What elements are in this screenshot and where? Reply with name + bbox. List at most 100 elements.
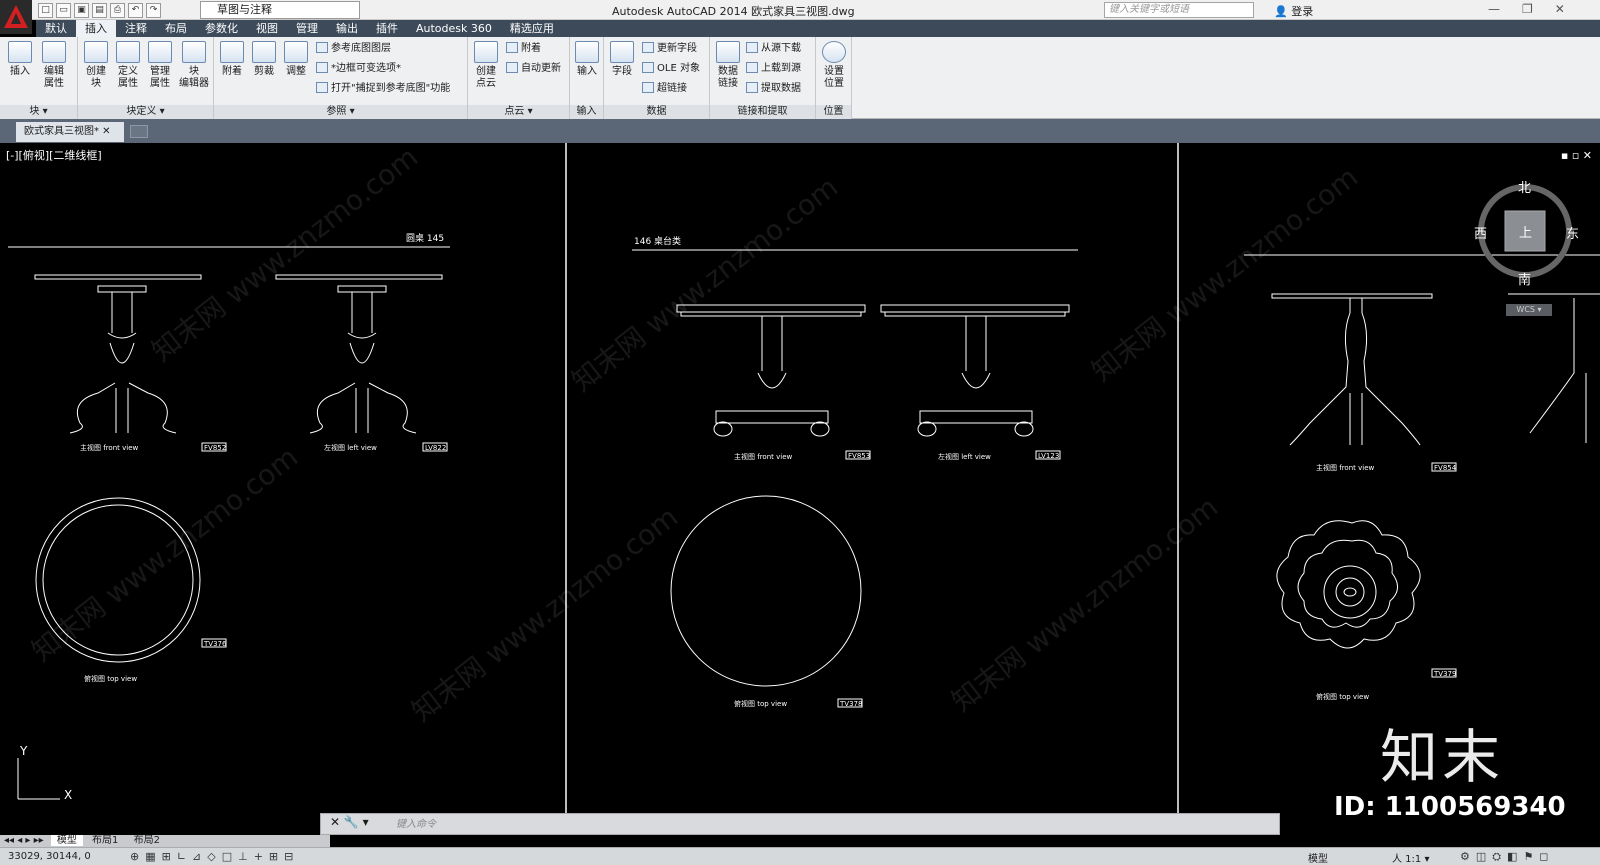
close-icon[interactable]: ✕	[99, 126, 110, 137]
tab-4[interactable]: 参数化	[196, 20, 247, 37]
workspace-select[interactable]: 草图与注释	[200, 1, 360, 19]
coordinates[interactable]: 33029, 30144, 0	[8, 851, 91, 862]
data-link-button[interactable]: 数据 链接	[712, 39, 744, 90]
tab-10[interactable]: 精选应用	[501, 20, 563, 37]
panel-footer: 输入	[570, 105, 603, 119]
clip-button[interactable]: 剪裁	[248, 39, 280, 78]
panel-footer[interactable]: 点云 ▾	[468, 105, 569, 119]
panel-footer[interactable]: 参照 ▾	[214, 105, 467, 119]
close-icon[interactable]: ✕	[1555, 2, 1565, 16]
tab-0[interactable]: 默认	[36, 20, 76, 37]
wcs-menu[interactable]: WCS ▾	[1506, 304, 1552, 316]
adjust-button[interactable]: 调整	[280, 39, 312, 78]
status-tray-icons[interactable]: ⚙◫⛭◧⚑◻	[1460, 850, 1554, 864]
tab-layout2[interactable]: 布局2	[128, 835, 166, 846]
edit-attribute-button[interactable]: 编辑 属性	[38, 39, 70, 90]
snap-underlay-dropdown[interactable]: 打开"捕捉到参考底图"功能	[316, 82, 450, 96]
tab-6[interactable]: 管理	[287, 20, 327, 37]
tab-9[interactable]: Autodesk 360	[407, 20, 501, 37]
set-location-button[interactable]: 设置 位置	[818, 39, 850, 90]
tab-1[interactable]: 插入	[76, 20, 116, 37]
heading-left: 圆桌 145	[406, 232, 444, 244]
command-line[interactable]	[320, 813, 1280, 835]
top-view-caption: 俯视图 top view	[84, 674, 137, 683]
ole-object-button[interactable]: OLE 对象	[642, 62, 700, 76]
tab-model[interactable]: 模型	[50, 835, 83, 846]
annotation-scale[interactable]: 人 1:1 ▾	[1392, 850, 1429, 865]
print-icon[interactable]: ⎙	[110, 2, 125, 18]
panel-data: 字段 更新字段 OLE 对象 超链接 数据	[604, 37, 710, 119]
top-view-caption: 俯视图 top view	[1316, 692, 1369, 701]
create-point-cloud-button[interactable]: 创建 点云	[470, 39, 502, 90]
create-block-button[interactable]: 创建 块	[80, 39, 112, 90]
panel-footer[interactable]: 块 ▾	[0, 105, 77, 119]
ucs-icon	[17, 758, 60, 800]
frame-option-dropdown[interactable]: *边框可变选项*	[316, 62, 401, 76]
saveas-icon[interactable]: ▤	[92, 2, 107, 18]
tab-8[interactable]: 插件	[367, 20, 407, 37]
workspace-label: 草图与注释	[217, 3, 272, 16]
pc-autoupdate-button[interactable]: 自动更新	[506, 62, 561, 76]
left-view-caption: 左视图 left view	[324, 443, 377, 452]
tag: TV379	[1433, 670, 1456, 678]
attach-button[interactable]: 附着	[216, 39, 248, 78]
redo-icon[interactable]: ↷	[146, 2, 161, 18]
panel-footer[interactable]: 块定义 ▾	[78, 105, 213, 119]
panel-footer: 位置	[816, 105, 851, 119]
new-tab-button[interactable]	[130, 125, 148, 138]
nav-arrows-icon[interactable]: ◂◂ ◂ ▸ ▸▸	[0, 835, 48, 846]
viewcube-west[interactable]: 西	[1474, 223, 1487, 242]
field-button[interactable]: 字段	[606, 39, 638, 78]
drawing-geometry: 圆桌 145 主视图 front view 左视图 left view FV85…	[8, 184, 1600, 802]
define-attribute-button[interactable]: 定义 属性	[112, 39, 144, 90]
panel-footer: 数据	[604, 105, 709, 119]
minimize-icon[interactable]: —	[1488, 2, 1500, 16]
restore-icon[interactable]: ❐	[1522, 2, 1533, 16]
underlay-layers-button[interactable]: 参考底图图层	[316, 42, 391, 56]
command-input[interactable]: 键入命令	[396, 815, 436, 830]
ribbon-tabs: 默认 插入 注释 布局 参数化 视图 管理 输出 插件 Autodesk 360 精选应用	[36, 20, 1600, 37]
front-view-table-1	[34, 274, 202, 434]
new-icon[interactable]: □	[38, 2, 53, 18]
app-title: Autodesk AutoCAD 2014 欧式家具三视图.dwg	[612, 5, 855, 18]
document-tab[interactable]: 欧式家具三视图* ✕	[16, 122, 124, 142]
login-button[interactable]: 👤 登录	[1274, 3, 1313, 19]
tag: FV854	[1434, 464, 1457, 472]
front-view-table-2	[676, 304, 866, 437]
tab-7[interactable]: 输出	[327, 20, 367, 37]
manage-attribute-button[interactable]: 管理 属性	[144, 39, 176, 90]
tag: LV822	[425, 444, 446, 452]
heading-mid: 146 桌台类	[634, 235, 681, 247]
pc-attach-button[interactable]: 附着	[506, 42, 541, 56]
extract-data-button[interactable]: 提取数据	[746, 82, 801, 96]
model-space-toggle[interactable]: 模型	[1308, 850, 1328, 865]
save-icon[interactable]: ▣	[74, 2, 89, 18]
drawing-canvas[interactable]: [-][俯视][二维线框] ▪ ▫ ✕ 知末网 www.znzmo.com 知末…	[0, 143, 1600, 819]
layout-tabs: ◂◂ ◂ ▸ ▸▸ 模型 布局1 布局2	[0, 835, 330, 847]
front-view-caption: 主视图 front view	[734, 452, 792, 461]
open-icon[interactable]: ▭	[56, 2, 71, 18]
tab-3[interactable]: 布局	[156, 20, 196, 37]
close-icon[interactable]: ✕ 🔧 ▾	[330, 815, 369, 829]
tab-5[interactable]: 视图	[247, 20, 287, 37]
tag: TV376	[203, 640, 227, 648]
tab-2[interactable]: 注释	[116, 20, 156, 37]
left-view-table-2	[880, 304, 1070, 437]
tab-layout1[interactable]: 布局1	[86, 835, 124, 846]
search-input[interactable]: 键入关键字或短语	[1104, 2, 1254, 18]
viewcube-north[interactable]: 北	[1518, 177, 1531, 196]
undo-icon[interactable]: ↶	[128, 2, 143, 18]
import-button[interactable]: 输入	[571, 39, 603, 78]
viewcube-top[interactable]: 上	[1519, 222, 1532, 241]
viewcube-south[interactable]: 南	[1518, 269, 1531, 288]
left-view-table-1	[275, 274, 443, 434]
upload-to-source-button[interactable]: 上载到源	[746, 62, 801, 76]
hyperlink-button[interactable]: 超链接	[642, 82, 687, 96]
download-from-source-button[interactable]: 从源下载	[746, 42, 801, 56]
block-editor-button[interactable]: 块 编辑器	[178, 39, 210, 90]
drafting-toggles[interactable]: ⊕▦⊞∟⊿◇□⊥+⊞⊟	[130, 850, 299, 863]
viewcube-east[interactable]: 东	[1566, 223, 1579, 242]
update-field-button[interactable]: 更新字段	[642, 42, 697, 56]
application-menu-button[interactable]	[0, 0, 32, 34]
insert-button[interactable]: 插入	[4, 39, 36, 78]
